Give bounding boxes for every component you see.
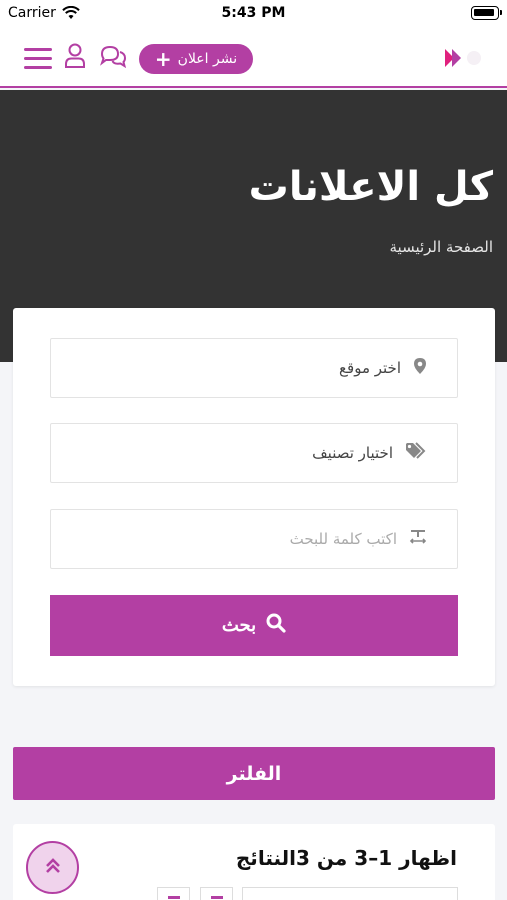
search-icon — [266, 613, 286, 638]
clock: 5:43 PM — [221, 5, 286, 21]
double-chevron-up-icon — [45, 857, 61, 879]
chat-icon[interactable] — [99, 44, 127, 72]
search-card: اختر موقع اختيار تصنيف اكتب كلمة للبحث ب… — [13, 308, 495, 686]
grid-view-icon — [211, 896, 223, 899]
logo-icon[interactable] — [443, 46, 483, 74]
results-summary: اظهار 1–3 من 3النتائج — [235, 846, 457, 870]
text-format-icon — [409, 528, 427, 550]
grid-view-button[interactable] — [200, 887, 233, 900]
list-view-icon — [168, 896, 180, 899]
page-title: كل الاعلانات — [248, 164, 493, 210]
location-label: اختر موقع — [339, 359, 401, 377]
search-button-label: بحث — [221, 615, 257, 635]
status-bar: Carrier 5:43 PM — [0, 0, 507, 28]
user-icon[interactable] — [64, 43, 86, 73]
sort-select[interactable] — [242, 887, 458, 900]
post-ad-button[interactable]: + نشر اعلان — [139, 44, 253, 74]
keyword-field[interactable]: اكتب كلمة للبحث — [50, 509, 458, 569]
scroll-top-button[interactable] — [26, 841, 79, 894]
keyword-input[interactable]: اكتب كلمة للبحث — [290, 530, 397, 548]
list-view-button[interactable] — [157, 887, 190, 900]
top-navbar: + نشر اعلان — [0, 28, 507, 88]
results-card: اظهار 1–3 من 3النتائج — [13, 824, 495, 900]
filter-button[interactable]: الفلتر — [13, 747, 495, 800]
location-pin-icon — [413, 357, 427, 379]
tags-icon — [405, 442, 427, 464]
category-label: اختيار تصنيف — [312, 444, 393, 462]
post-ad-label: نشر اعلان — [177, 51, 238, 67]
menu-icon[interactable] — [24, 48, 52, 70]
category-select[interactable]: اختيار تصنيف — [50, 423, 458, 483]
location-select[interactable]: اختر موقع — [50, 338, 458, 398]
breadcrumb[interactable]: الصفحة الرئيسية — [390, 238, 494, 256]
plus-icon: + — [154, 47, 172, 71]
search-button[interactable]: بحث — [50, 595, 458, 656]
battery-icon — [471, 6, 502, 20]
